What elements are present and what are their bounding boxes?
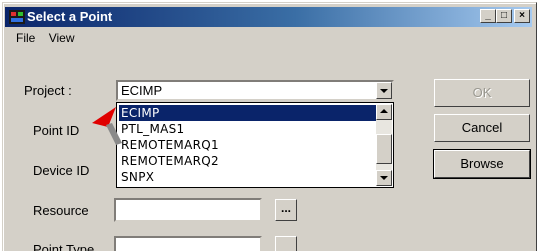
minimize-button[interactable]: _ bbox=[480, 9, 496, 23]
menu-view[interactable]: View bbox=[44, 31, 80, 45]
resource-label: Resource bbox=[33, 203, 89, 218]
point-id-label: Point ID bbox=[33, 123, 80, 138]
close-button[interactable]: × bbox=[514, 9, 530, 23]
ok-button[interactable]: OK bbox=[434, 79, 530, 107]
point-type-input[interactable] bbox=[114, 236, 262, 251]
resource-input[interactable] bbox=[114, 198, 262, 222]
scroll-up-button[interactable] bbox=[376, 104, 392, 120]
dropdown-scrollbar[interactable] bbox=[376, 104, 392, 186]
menu-file[interactable]: File bbox=[11, 31, 40, 45]
list-item[interactable]: PTL_MAS1 bbox=[119, 121, 379, 137]
list-item[interactable]: SNPX bbox=[119, 169, 379, 185]
point-type-browse-button[interactable] bbox=[275, 236, 297, 251]
annotation-arrow-icon bbox=[92, 107, 122, 145]
arrow-down-icon bbox=[380, 176, 388, 180]
maximize-button[interactable]: □ bbox=[496, 9, 512, 23]
combo-dropdown-arrow-icon[interactable] bbox=[376, 82, 392, 99]
menu-bar: File View bbox=[11, 31, 79, 49]
resource-browse-button[interactable]: ... bbox=[275, 199, 297, 221]
project-value: ECIMP bbox=[121, 83, 163, 98]
project-combobox[interactable]: ECIMP bbox=[116, 80, 394, 101]
list-item[interactable]: REMOTEMARQ1 bbox=[119, 137, 379, 153]
arrow-up-icon bbox=[380, 109, 388, 113]
select-point-dialog: Select a Point _ □ × File View Project :… bbox=[2, 2, 537, 251]
device-id-label: Device ID bbox=[33, 163, 90, 178]
scroll-thumb[interactable] bbox=[376, 134, 392, 164]
window-title: Select a Point bbox=[27, 9, 113, 24]
list-item[interactable]: REMOTEMARQ2 bbox=[119, 153, 379, 169]
title-bar[interactable]: Select a Point _ □ × bbox=[5, 7, 532, 27]
browse-button[interactable]: Browse bbox=[433, 149, 531, 179]
project-dropdown-list[interactable]: ECIMP PTL_MAS1 REMOTEMARQ1 REMOTEMARQ2 S… bbox=[116, 102, 394, 188]
list-item[interactable]: ECIMP bbox=[119, 105, 379, 121]
project-label: Project : bbox=[24, 83, 72, 98]
cancel-button[interactable]: Cancel bbox=[434, 114, 530, 142]
scroll-down-button[interactable] bbox=[376, 170, 392, 186]
app-icon bbox=[9, 10, 25, 24]
